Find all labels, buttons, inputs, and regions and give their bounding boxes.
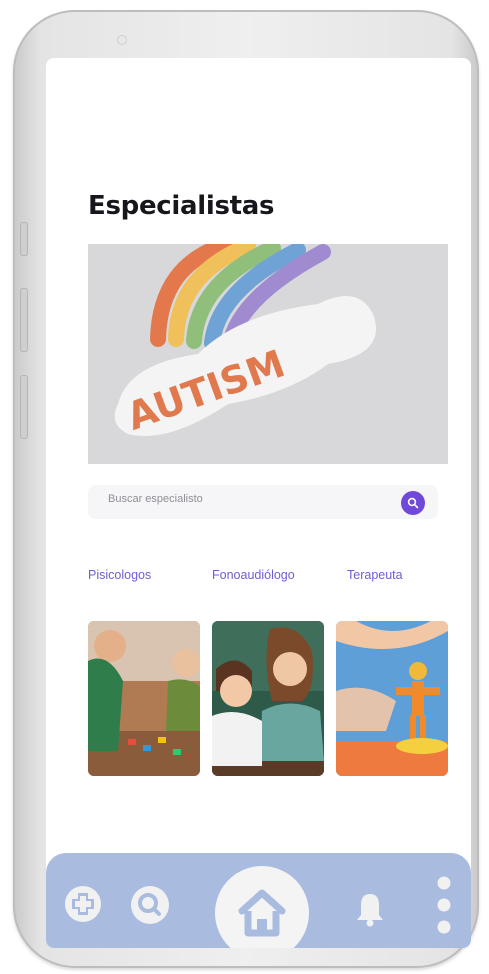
hero-image: AUTISM <box>88 244 448 464</box>
volume-up-button <box>20 288 28 352</box>
app-screen: Especialistas AUTISM Buscar especialisto… <box>46 58 471 948</box>
more-icon <box>437 876 451 934</box>
home-icon <box>215 866 309 948</box>
specialist-photo-fonoaudiologo[interactable] <box>212 621 324 776</box>
volume-down-button <box>20 375 28 439</box>
category-fonoaudiologo[interactable]: Fonoaudiólogo <box>212 568 295 582</box>
girls-learning-photo <box>212 621 324 776</box>
search-nav-button[interactable] <box>129 884 171 930</box>
search-icon <box>131 886 169 924</box>
autism-rainbow-illustration: AUTISM <box>88 244 448 464</box>
more-options-button[interactable] <box>436 875 452 939</box>
category-terapeuta[interactable]: Terapeuta <box>347 568 403 582</box>
search-icon <box>407 497 419 509</box>
camera-dot <box>117 35 127 45</box>
child-playing-photo <box>88 621 200 776</box>
bottom-navigation <box>46 853 471 948</box>
add-icon <box>65 886 101 922</box>
page-title: Especialistas <box>88 191 275 221</box>
notifications-button[interactable] <box>355 891 385 931</box>
search-button[interactable] <box>401 491 425 515</box>
specialist-photo-terapeuta[interactable] <box>336 621 448 776</box>
side-button-top <box>20 222 28 256</box>
home-button[interactable] <box>214 865 310 948</box>
clay-figure-photo <box>336 621 448 776</box>
bell-icon <box>357 894 383 927</box>
phone-frame: Especialistas AUTISM Buscar especialisto… <box>13 10 479 968</box>
search-bar <box>88 485 438 519</box>
add-button[interactable] <box>63 884 103 928</box>
specialist-photo-psicologos[interactable] <box>88 621 200 776</box>
search-input[interactable] <box>108 493 378 505</box>
category-psicologos[interactable]: Pisicologos <box>88 568 151 582</box>
